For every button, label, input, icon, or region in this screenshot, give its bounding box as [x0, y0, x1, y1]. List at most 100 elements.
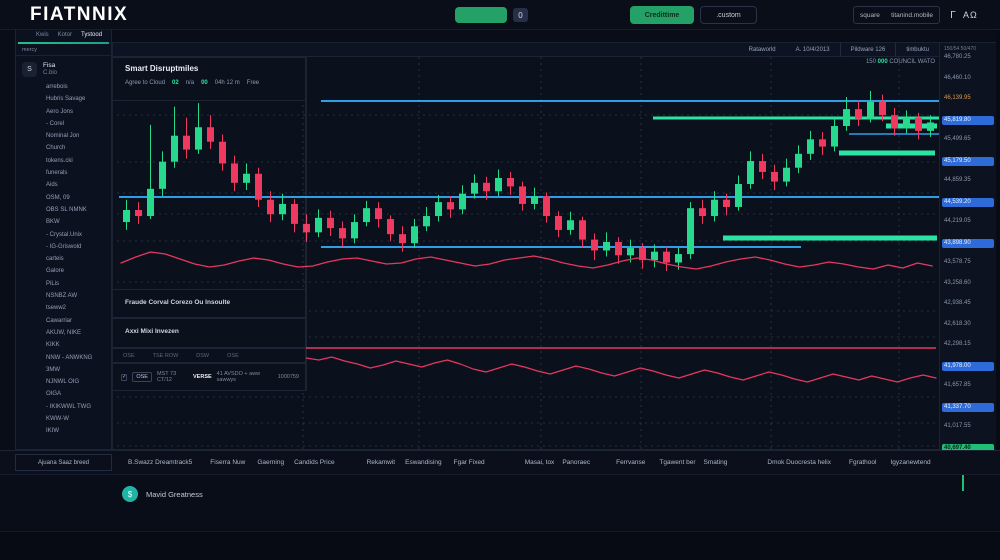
sub-panel-line	[306, 357, 936, 382]
primary-action-button[interactable]	[455, 7, 507, 23]
sidebar-tab[interactable]: Kotor	[58, 32, 72, 42]
watchlist-item[interactable]: NNW - ANWKNG	[46, 352, 111, 364]
language-icon[interactable]: AΩ	[963, 7, 989, 23]
watchlist-item[interactable]: OBS SL NMNK	[46, 204, 111, 216]
strategy-stat-1: n/a	[186, 80, 194, 86]
watchlist-item[interactable]: OIGA	[46, 388, 111, 400]
candle-body	[843, 109, 850, 126]
candle-body	[543, 196, 550, 216]
candle-body	[219, 142, 226, 164]
candle-body	[519, 186, 526, 204]
watchlist-item[interactable]: - Crystal.Unix	[46, 229, 111, 241]
chart-toolbar-item[interactable]: timbuktu	[895, 43, 939, 57]
watchlist-item[interactable]: funerals	[46, 167, 111, 179]
notification-counter[interactable]: 0	[513, 8, 528, 22]
candle-body	[135, 210, 142, 216]
chart-toolbar-item[interactable]: Pildware 126	[840, 43, 896, 57]
price-label: 44,859.35	[944, 177, 971, 183]
bottom-bar-item[interactable]: Fgar Fixed	[454, 459, 485, 466]
bottom-bar-item[interactable]: Ferrvanse	[616, 459, 645, 466]
sidebar-tab[interactable]: Kwis	[36, 32, 49, 42]
price-label: 43,898.90	[942, 239, 994, 248]
watchlist-item[interactable]: IKIW	[46, 425, 111, 437]
watchlist-item[interactable]: Aids	[46, 179, 111, 191]
candle-body	[159, 162, 166, 189]
top-header: FIATNNIX 0 Credittime .custom square tit…	[0, 0, 1000, 30]
watchlist-item[interactable]: Aero Jons	[46, 106, 111, 118]
orders-table-header-cell: OSE	[123, 353, 135, 359]
watchlist-item[interactable]: KIKK	[46, 339, 111, 351]
orders-table-row[interactable]: ✓ OSE MST 73 CT/12 VERSE 41 AVSDO + aww …	[113, 363, 306, 391]
bottom-bar-item[interactable]: Tgawent ber	[659, 459, 695, 466]
price-label: 42,938.45	[944, 300, 971, 306]
custom-button[interactable]: .custom	[700, 6, 757, 24]
watchlist-item[interactable]: - IKIKWWL TWG	[46, 401, 111, 413]
watchlist-filter[interactable]: mercy	[16, 44, 111, 56]
candle-body	[567, 220, 574, 230]
sidebar-tab[interactable]: Tystood	[81, 32, 102, 42]
bottom-bar-item[interactable]: Eswandising	[405, 459, 442, 466]
pair-selector[interactable]: square titanind.mobile	[853, 6, 940, 24]
watchlist-item[interactable]: - Corel	[46, 118, 111, 130]
price-scale[interactable]: 150/54 50/470 46,780.2546,460.1046,139.9…	[940, 42, 996, 450]
bottom-bar-item[interactable]: Fiserra Nuw	[210, 459, 245, 466]
watchlist-item[interactable]: BKW	[46, 216, 111, 228]
candle-body	[819, 139, 826, 146]
chart-toolbar-item[interactable]: A. 10/4/2013	[786, 43, 840, 57]
bottom-bar-item[interactable]: Fgrathool	[849, 459, 876, 466]
bottom-bar-item[interactable]: Dmok Duocresta helix	[767, 459, 831, 466]
watchlist-item[interactable]: AKUW, NIKE	[46, 327, 111, 339]
candle-body	[879, 102, 886, 115]
candle-body	[267, 200, 274, 214]
scale-scrollbar[interactable]	[996, 30, 1000, 475]
candle-body	[591, 240, 598, 251]
bottom-bar-item[interactable]: Rekamwit	[367, 459, 396, 466]
candle-body	[207, 127, 214, 141]
layout-icon[interactable]: Γ	[946, 7, 960, 23]
candle-body	[243, 174, 250, 183]
bottom-bar-item[interactable]: Igyzanewtend	[890, 459, 930, 466]
bottom-bar-item[interactable]: Masai, tox	[525, 459, 555, 466]
symbol-name: Fisa	[43, 62, 57, 70]
bottom-bar-item[interactable]: Panoraec	[562, 459, 590, 466]
watchlist-item[interactable]: - IG-Griswold	[46, 241, 111, 253]
chart-panel: RataworldA. 10/4/2013Pildware 126timbukt…	[112, 42, 940, 450]
watchlist-item[interactable]: Galore	[46, 265, 111, 277]
instruments-bottom-bar: Ajuana Saaz breed B.Swazz Dreamtrack5 Fis…	[0, 450, 1000, 475]
footer-note: $ Mavid Greatness	[122, 486, 203, 502]
candle-body	[375, 208, 382, 219]
watchlist-item[interactable]: tseww2	[46, 302, 111, 314]
watchlist-item[interactable]: 3MW	[46, 364, 111, 376]
price-label: 45,499.65	[944, 136, 971, 142]
watchlist-item[interactable]: tokens.cki	[46, 155, 111, 167]
watchlist-item[interactable]: KWW-W	[46, 413, 111, 425]
bottom-bar-item[interactable]: Candids Price	[294, 459, 334, 466]
watchlist-item[interactable]: Cawarriar	[46, 315, 111, 327]
bottom-bar-left-box[interactable]: Ajuana Saaz breed	[15, 454, 112, 471]
bottom-bar-items: B.Swazz Dreamtrack5 Fiserra Nuw Gaerning Ca…	[0, 459, 931, 466]
watchlist-item[interactable]: Hubris Savage	[46, 93, 111, 105]
watchlist-item[interactable]: arrebois	[46, 81, 111, 93]
active-symbol-row[interactable]: S Fisa C.bio	[16, 56, 111, 81]
watchlist-item[interactable]: PiLis	[46, 278, 111, 290]
candle-body	[507, 178, 514, 186]
bottom-bar-item[interactable]: Smating	[704, 459, 728, 466]
watchlist-item[interactable]: NSNBZ AW	[46, 290, 111, 302]
bottom-bar-item[interactable]: Gaerning	[257, 459, 284, 466]
row-checkbox[interactable]: ✓	[121, 374, 127, 381]
watchlist-item[interactable]: NJNWL OIG	[46, 376, 111, 388]
row-badge: OSE	[132, 372, 152, 382]
watchlist-item[interactable]: Nominal Jon	[46, 130, 111, 142]
candle-body	[399, 234, 406, 243]
indicator-panel-2[interactable]: Axxi Mixi Invezen	[113, 318, 306, 348]
indicator-panel-1[interactable]: Fraude Corval Corezo Ou Insoulte	[113, 289, 306, 318]
info-post: COUNCIL WATO	[889, 59, 935, 65]
candle-body	[447, 202, 454, 209]
watchlist-item[interactable]: Church	[46, 142, 111, 154]
note-circle-icon[interactable]: $	[122, 486, 138, 502]
watchlist-item[interactable]: OSM, 09	[46, 192, 111, 204]
credit-button[interactable]: Credittime	[630, 6, 694, 24]
chart-toolbar-item[interactable]: Rataworld	[739, 43, 786, 57]
bottom-bar-item[interactable]: B.Swazz Dreamtrack5	[128, 459, 192, 466]
watchlist-item[interactable]: carteis	[46, 253, 111, 265]
